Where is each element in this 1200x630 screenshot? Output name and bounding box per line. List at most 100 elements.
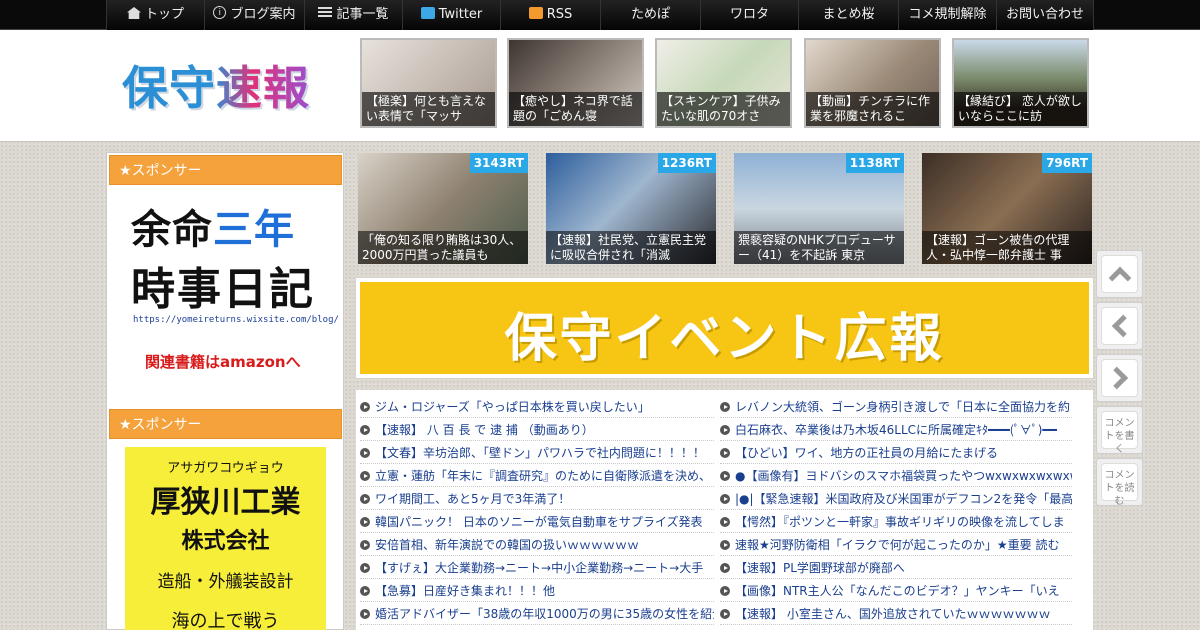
bullet-arrow-icon xyxy=(360,517,370,527)
headline-link[interactable]: 【愕然】『ポツンと一軒家』事故ギリギリの映像を流してしま xyxy=(720,511,1072,533)
event-banner[interactable]: 保守イベント広報 xyxy=(355,277,1094,379)
headline-link[interactable]: ワイ期間工、あと5ヶ月で3年満了！ xyxy=(360,488,714,510)
article-caption: 「俺の知る限り賄賂は30人、2000万円貰った議員も xyxy=(358,231,528,264)
read-comment-inner: コメントを読む xyxy=(1101,463,1138,507)
headline-link[interactable]: ジム・ロジャーズ「やっぱ日本株を買い戻したい」 xyxy=(360,396,714,418)
amazon-link[interactable]: 関連書籍はamazonへ xyxy=(145,351,301,372)
nav-matome-sakura[interactable]: まとめ桜 xyxy=(798,0,898,30)
bullet-arrow-icon xyxy=(720,609,730,619)
sponsor-heading: ★スポンサー xyxy=(109,155,342,185)
headline-link[interactable]: 婚活アドバイザー「38歳の年収1000万の男に35歳の女性を紹介 xyxy=(360,603,714,625)
bullet-arrow-icon xyxy=(720,563,730,573)
nav-comment-unblock[interactable]: コメ規制解除 xyxy=(898,0,996,30)
bullet-arrow-icon xyxy=(360,471,370,481)
popular-article[interactable]: 3143RT 「俺の知る限り賄賂は30人、2000万円貰った議員も xyxy=(358,153,528,264)
bullet-arrow-icon xyxy=(360,586,370,596)
nav-blog-guide[interactable]: ブログ案内 xyxy=(204,0,304,30)
article-caption: 猥褻容疑のNHKプロデューサー（41）を不起訴 東京 xyxy=(734,231,904,264)
sponsor-heading: ★スポンサー xyxy=(109,409,342,439)
thumb-caption: 【縁結び】 恋人が欲しいならここに訪 xyxy=(954,92,1087,126)
bullet-arrow-icon xyxy=(360,609,370,619)
headline-link[interactable]: 【画像】NTR主人公「なんだこのビデオ？」ヤンキー「いえ xyxy=(720,580,1072,602)
thumb-caption: 【スキンケア】子供みたいな肌の70オさ xyxy=(657,92,790,126)
popular-article[interactable]: 796RT 【速報】ゴーン被告の代理人・弘中惇一郎弁護士 事 xyxy=(922,153,1092,264)
bullet-arrow-icon xyxy=(360,448,370,458)
banner-title-line2: 時事日記 xyxy=(131,264,315,315)
read-comment-button[interactable]: コメントを読む xyxy=(1096,458,1143,507)
thumb-caption: 【癒やし】ネコ界で話題の「ごめん寝 xyxy=(509,92,642,126)
chevron-left-icon xyxy=(1111,314,1135,338)
headline-link[interactable]: 韓国パニック！ 日本のソニーが電気自動車をサプライズ発表 xyxy=(360,511,714,533)
headline-link[interactable]: レバノン大統領、ゴーン身柄引き渡しで「日本に全面協力を約 xyxy=(720,396,1072,418)
retweet-count: 3143RT xyxy=(469,153,528,173)
chevron-up-icon xyxy=(1108,266,1131,290)
sidebar: ★スポンサー 余命三年 時事日記 https://yomeireturns.wi… xyxy=(106,152,344,630)
headline-link[interactable]: ●【画像有】ヨドバシのスマホ福袋買ったやつwxwxwxwxwxw xyxy=(720,465,1072,487)
company-name: 厚狭川工業 xyxy=(150,485,301,520)
bullet-arrow-icon xyxy=(360,494,370,504)
headline-link[interactable]: 立憲・蓮舫「年末に『調査研究』のために自衛隊派遣を決め、 xyxy=(360,465,714,487)
company-corp: 株式会社 xyxy=(181,529,270,554)
nav-twitter[interactable]: Twitter xyxy=(402,0,500,30)
bullet-arrow-icon xyxy=(720,517,730,527)
nav-warota[interactable]: ワロタ xyxy=(700,0,798,30)
bullet-arrow-icon xyxy=(360,425,370,435)
nav-article-list[interactable]: 記事一覧 xyxy=(304,0,402,30)
bullet-arrow-icon xyxy=(360,563,370,573)
site-header: 保守速報 保守速報 【極楽】何とも言えない表情で「マッサ 【癒やし】ネコ界で話題… xyxy=(0,30,1200,142)
sponsor-banner-yomei[interactable]: 余命三年 時事日記 https://yomeireturns.wixsite.c… xyxy=(109,187,342,387)
next-article-button[interactable] xyxy=(1096,354,1143,402)
nav-top[interactable]: トップ xyxy=(106,0,204,30)
thumb-caption: 【極楽】何とも言えない表情で「マッサ xyxy=(362,92,495,126)
header-thumb[interactable]: 【動画】チンチラに作業を邪魔されるこ xyxy=(804,38,941,128)
headline-link[interactable]: 【速報】 小室圭さん、国外追放されていたｗｗｗｗｗｗｗ xyxy=(720,603,1072,625)
next-article-inner xyxy=(1101,359,1138,397)
scroll-top-inner xyxy=(1101,255,1138,293)
headline-link[interactable]: 速報★河野防衛相「イラクで何が起こったのか」★重要 読む xyxy=(720,534,1072,556)
header-thumb[interactable]: 【縁結び】 恋人が欲しいならここに訪 xyxy=(952,38,1089,128)
retweet-count: 796RT xyxy=(1042,153,1092,173)
bullet-arrow-icon xyxy=(720,402,730,412)
headline-link[interactable]: 安倍首相、新年演説での韓国の扱いｗｗｗｗｗｗ xyxy=(360,534,714,556)
read-comment-label: コメントを読む xyxy=(1104,470,1135,507)
site-logo[interactable]: 保守速報 xyxy=(122,52,310,118)
headline-link[interactable]: 【速報】PL学園野球部が廃部へ xyxy=(720,557,1072,579)
header-thumb[interactable]: 【極楽】何とも言えない表情で「マッサ xyxy=(360,38,497,128)
thumb-caption: 【動画】チンチラに作業を邪魔されるこ xyxy=(806,92,939,126)
headline-link[interactable]: |●|【緊急速報】米国政府及び米国軍がデフコン2を発令「最高度 xyxy=(720,488,1072,510)
info-icon xyxy=(213,0,227,28)
headline-link[interactable]: 【すげぇ】大企業勤務→ニート→中小企業勤務→ニート→大手 xyxy=(360,557,714,579)
rss-icon xyxy=(528,7,543,19)
banner-url: https://yomeireturns.wixsite.com/blog/ xyxy=(133,315,339,325)
header-thumb[interactable]: 【スキンケア】子供みたいな肌の70オさ xyxy=(655,38,792,128)
bullet-arrow-icon xyxy=(360,402,370,412)
nav-rss[interactable]: RSS xyxy=(500,0,600,30)
nav-tamepo[interactable]: ためぽ xyxy=(600,0,700,30)
popular-article[interactable]: 1138RT 猥褻容疑のNHKプロデューサー（41）を不起訴 東京 xyxy=(734,153,904,264)
retweet-count: 1138RT xyxy=(845,153,904,173)
article-caption: 【速報】ゴーン被告の代理人・弘中惇一郎弁護士 事 xyxy=(922,231,1092,264)
sponsor-banner-asagawa[interactable]: アサガワコウギョウ 厚狭川工業 株式会社 造船・外艤装設計 海の上で戦う xyxy=(125,447,326,630)
company-kana: アサガワコウギョウ xyxy=(167,461,284,476)
headline-link[interactable]: 白石麻衣、卒業後は乃木坂46LLCに所属確定ｷﾀ━━━(ﾟ∀ﾟ)━━ xyxy=(720,419,1072,441)
top-nav: トップ ブログ案内 記事一覧 Twitter RSS ためぽ ワロタ まとめ桜 … xyxy=(0,0,1200,30)
bullet-arrow-icon xyxy=(720,448,730,458)
bullet-arrow-icon xyxy=(720,586,730,596)
headline-link[interactable]: 【急募】日産好き集まれ！！！他 xyxy=(360,580,714,602)
scroll-top-button[interactable] xyxy=(1096,250,1143,298)
banner-title-line1: 余命三年 xyxy=(131,207,295,253)
home-icon xyxy=(126,7,141,19)
write-comment-button[interactable]: コメントを書く xyxy=(1096,406,1143,455)
bullet-arrow-icon xyxy=(720,425,730,435)
nav-contact[interactable]: お問い合わせ xyxy=(996,0,1094,30)
company-service: 造船・外艤装設計 xyxy=(157,572,294,592)
header-thumb[interactable]: 【癒やし】ネコ界で話題の「ごめん寝 xyxy=(507,38,644,128)
popular-article[interactable]: 1236RT 【速報】社民党、立憲民主党に吸収合併され「消滅 xyxy=(546,153,716,264)
headline-link[interactable]: 【速報】 八 百 長 で 逮 捕 （動画あり） xyxy=(360,419,714,441)
write-comment-inner: コメントを書く xyxy=(1101,411,1138,455)
headline-links: ジム・ロジャーズ「やっぱ日本株を買い戻したい」 【速報】 八 百 長 で 逮 捕… xyxy=(356,390,1093,630)
bullet-arrow-icon xyxy=(720,540,730,550)
headline-link[interactable]: 【ひどい】ワイ、地方の正社員の月給にたまげる xyxy=(720,442,1072,464)
prev-article-button[interactable] xyxy=(1096,302,1143,350)
headline-link[interactable]: 【文春】辛坊治郎、「壁ドン」パワハラで社内問題に！！！！ xyxy=(360,442,714,464)
